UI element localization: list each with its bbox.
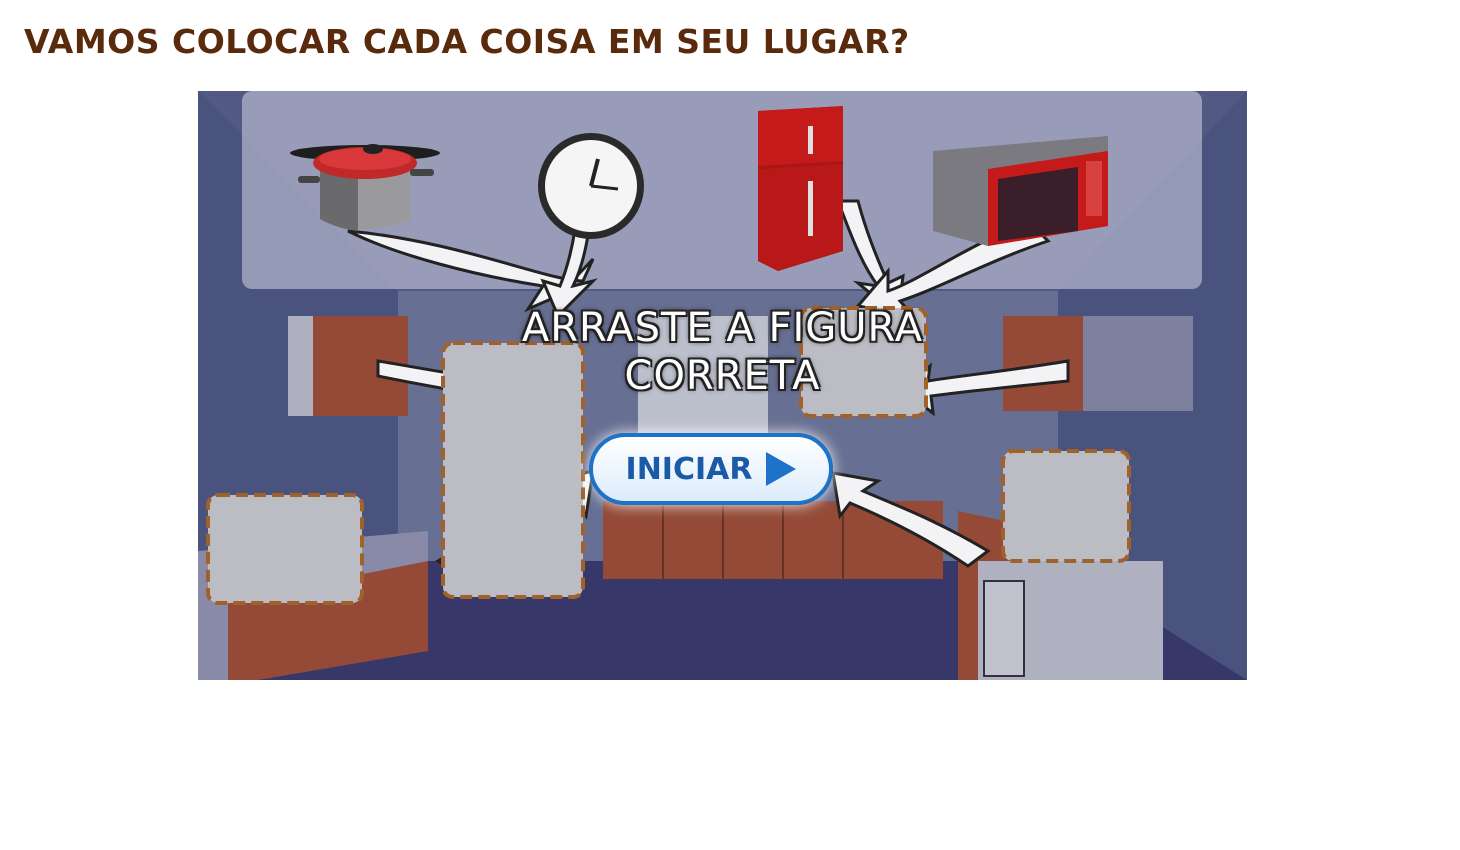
drop-zone-4[interactable] bbox=[1001, 449, 1131, 563]
game-stage[interactable]: ARRASTE A FIGURA CORRETA INICIAR bbox=[198, 91, 1247, 680]
start-button[interactable]: INICIAR bbox=[589, 433, 833, 505]
play-icon bbox=[766, 452, 797, 486]
instruction-text: ARRASTE A FIGURA CORRETA bbox=[521, 305, 924, 399]
page-title: VAMOS COLOCAR CADA COISA EM SEU LUGAR? bbox=[24, 22, 910, 61]
clock-icon[interactable] bbox=[538, 133, 644, 239]
drop-zone-1[interactable] bbox=[206, 493, 364, 605]
refrigerator-icon[interactable] bbox=[758, 106, 843, 271]
start-button-label: INICIAR bbox=[625, 451, 753, 487]
microwave-icon[interactable] bbox=[933, 136, 1108, 246]
